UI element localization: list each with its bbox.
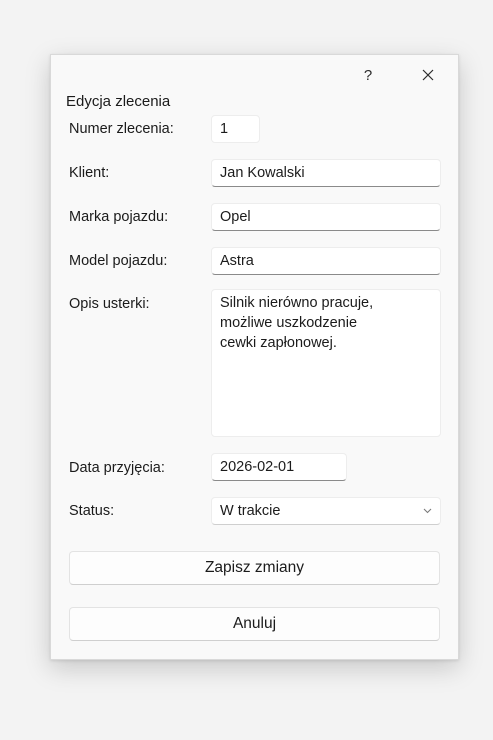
vehicle-model-label: Model pojazdu: [69, 253, 168, 269]
order-number-label: Numer zlecenia: [69, 121, 174, 137]
status-select[interactable]: W trakcie [211, 497, 441, 525]
help-icon: ? [363, 66, 373, 84]
client-label: Klient: [69, 165, 110, 181]
help-button[interactable]: ? [348, 58, 388, 92]
title-bar [51, 55, 458, 97]
vehicle-make-field[interactable]: Opel [211, 203, 441, 231]
fault-description-textarea[interactable]: Silnik nierówno pracuje, możliwe uszkodz… [211, 289, 441, 437]
vehicle-model-field[interactable]: Astra [211, 247, 441, 275]
cancel-button[interactable]: Anuluj [69, 607, 440, 641]
order-number-field[interactable]: 1 [211, 115, 260, 143]
status-label: Status: [69, 503, 115, 519]
dialog-title: Edycja zlecenia [66, 93, 171, 110]
vehicle-make-label: Marka pojazdu: [69, 209, 169, 225]
fault-description-label: Opis usterki: [69, 296, 150, 312]
close-icon [422, 69, 434, 81]
client-field[interactable]: Jan Kowalski [211, 159, 441, 187]
close-button[interactable] [408, 58, 448, 92]
chevron-down-icon [423, 508, 432, 514]
save-changes-button[interactable]: Zapisz zmiany [69, 551, 440, 585]
edit-order-dialog: Edycja zlecenia ? Numer zlecenia: 1 Klie… [50, 54, 459, 660]
status-value: W trakcie [220, 503, 281, 519]
date-received-field[interactable]: 2026-02-01 [211, 453, 347, 481]
date-received-label: Data przyjęcia: [69, 460, 165, 476]
